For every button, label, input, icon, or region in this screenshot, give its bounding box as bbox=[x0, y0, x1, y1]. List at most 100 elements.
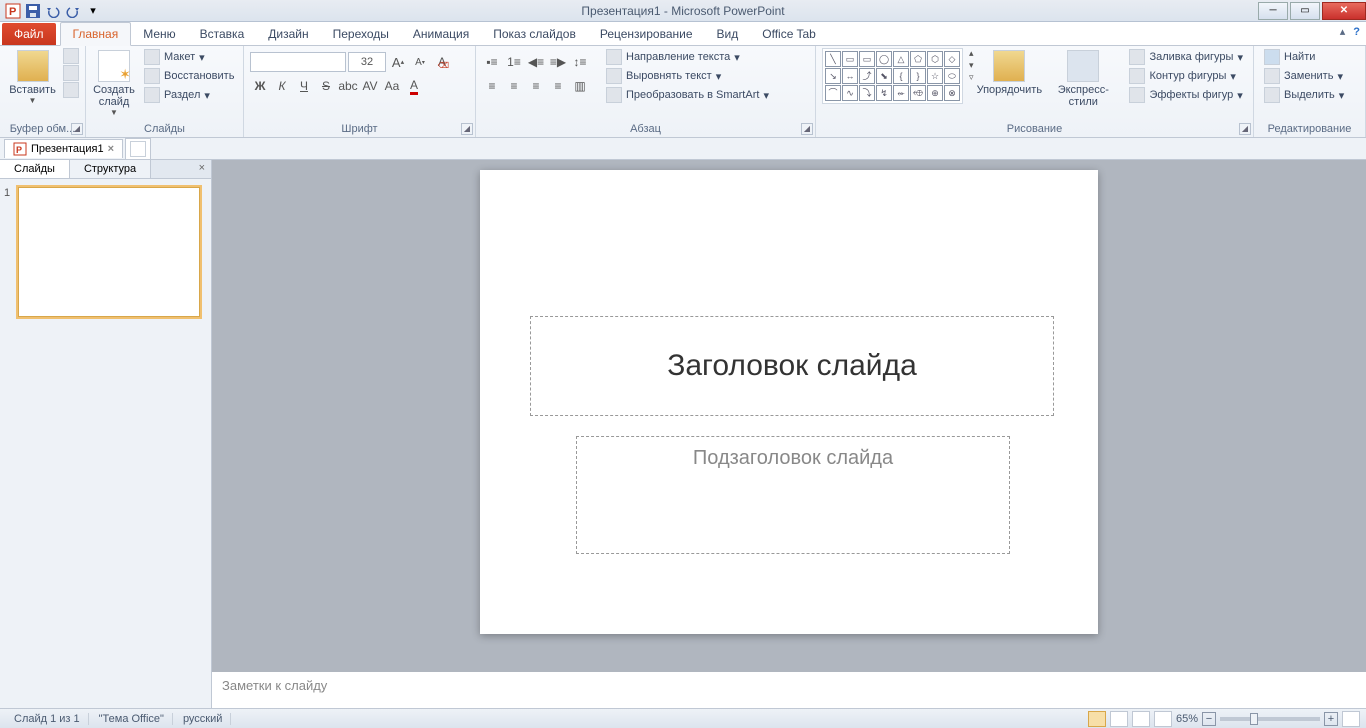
reset-button[interactable]: Восстановить bbox=[140, 67, 238, 85]
increase-font-icon[interactable]: A▴ bbox=[388, 52, 408, 72]
group-editing: Найти Заменить ▾ Выделить ▾ Редактирован… bbox=[1254, 46, 1366, 137]
tab-animation[interactable]: Анимация bbox=[401, 23, 481, 45]
shadow-icon[interactable]: abc bbox=[338, 76, 358, 96]
qat-dropdown-icon[interactable]: ▾ bbox=[84, 2, 102, 20]
section-button[interactable]: Раздел ▾ bbox=[140, 86, 238, 104]
select-icon bbox=[1264, 87, 1280, 103]
minimize-button[interactable]: ─ bbox=[1258, 2, 1288, 20]
decrease-indent-icon[interactable]: ◀≡ bbox=[526, 52, 546, 72]
zoom-out-icon[interactable]: − bbox=[1202, 712, 1216, 726]
help-icon[interactable]: ? bbox=[1353, 26, 1360, 38]
zoom-level[interactable]: 65% bbox=[1176, 713, 1198, 725]
shape-effects-button[interactable]: Эффекты фигур ▾ bbox=[1125, 86, 1247, 104]
tab-insert[interactable]: Вставка bbox=[188, 23, 257, 45]
view-reading-icon[interactable] bbox=[1132, 711, 1150, 727]
align-text-button[interactable]: Выровнять текст ▾ bbox=[602, 67, 773, 85]
quick-styles-button[interactable]: Экспресс-стили bbox=[1045, 48, 1121, 110]
line-spacing-icon[interactable]: ↕≡ bbox=[570, 52, 590, 72]
view-sorter-icon[interactable] bbox=[1110, 711, 1128, 727]
close-button[interactable]: ✕ bbox=[1322, 2, 1366, 20]
zoom-thumb[interactable] bbox=[1250, 713, 1258, 725]
zoom-in-icon[interactable]: + bbox=[1324, 712, 1338, 726]
cut-icon[interactable] bbox=[63, 48, 79, 64]
tab-review[interactable]: Рецензирование bbox=[588, 23, 705, 45]
restore-button[interactable]: ▭ bbox=[1290, 2, 1320, 20]
minimize-ribbon-icon[interactable]: ▴ bbox=[1340, 25, 1346, 38]
fit-window-icon[interactable] bbox=[1342, 711, 1360, 727]
tab-transitions[interactable]: Переходы bbox=[321, 23, 401, 45]
window-controls: ─ ▭ ✕ bbox=[1256, 2, 1366, 20]
view-slideshow-icon[interactable] bbox=[1154, 711, 1172, 727]
title-placeholder[interactable]: Заголовок слайда bbox=[530, 316, 1054, 416]
align-center-icon[interactable]: ≡ bbox=[504, 76, 524, 96]
notes-pane[interactable]: Заметки к слайду bbox=[212, 668, 1366, 708]
tab-view[interactable]: Вид bbox=[705, 23, 751, 45]
decrease-font-icon[interactable]: A▾ bbox=[410, 52, 430, 72]
shapes-scroll-up[interactable]: ▴ bbox=[969, 48, 974, 59]
font-color-icon[interactable]: A bbox=[404, 76, 424, 96]
justify-icon[interactable]: ≡ bbox=[548, 76, 568, 96]
shape-outline-button[interactable]: Контур фигуры ▾ bbox=[1125, 67, 1247, 85]
new-tab-button[interactable] bbox=[125, 138, 151, 159]
status-theme: "Тема Office" bbox=[91, 713, 173, 725]
save-icon[interactable] bbox=[24, 2, 42, 20]
thumbnails: 1 bbox=[0, 179, 211, 325]
strike-icon[interactable]: S bbox=[316, 76, 336, 96]
app-icon: P bbox=[4, 2, 22, 20]
status-language[interactable]: русский bbox=[175, 713, 231, 725]
subtitle-placeholder[interactable]: Подзаголовок слайда bbox=[576, 436, 1010, 554]
document-tab[interactable]: P Презентация1 × bbox=[4, 139, 123, 158]
tab-design[interactable]: Дизайн bbox=[256, 23, 320, 45]
drawing-launcher[interactable]: ◢ bbox=[1239, 123, 1251, 135]
slide-thumbnail[interactable] bbox=[18, 187, 200, 317]
copy-icon[interactable] bbox=[63, 65, 79, 81]
arrange-button[interactable]: Упорядочить bbox=[978, 48, 1042, 98]
numbering-icon[interactable]: 1≡ bbox=[504, 52, 524, 72]
shapes-more[interactable]: ▿ bbox=[969, 72, 974, 83]
pane-close-icon[interactable]: × bbox=[193, 160, 211, 178]
new-slide-button[interactable]: ✶ Создать слайд ▼ bbox=[92, 48, 136, 119]
columns-icon[interactable]: ▥ bbox=[570, 76, 590, 96]
align-right-icon[interactable]: ≡ bbox=[526, 76, 546, 96]
replace-button[interactable]: Заменить ▾ bbox=[1260, 67, 1348, 85]
pane-tabs: Слайды Структура × bbox=[0, 160, 211, 179]
increase-indent-icon[interactable]: ≡▶ bbox=[548, 52, 568, 72]
format-painter-icon[interactable] bbox=[63, 82, 79, 98]
underline-icon[interactable]: Ч bbox=[294, 76, 314, 96]
layout-button[interactable]: Макет ▾ bbox=[140, 48, 238, 66]
close-tab-icon[interactable]: × bbox=[108, 143, 114, 155]
text-direction-button[interactable]: Направление текста ▾ bbox=[602, 48, 773, 66]
view-normal-icon[interactable] bbox=[1088, 711, 1106, 727]
pane-tab-outline[interactable]: Структура bbox=[70, 160, 151, 178]
font-launcher[interactable]: ◢ bbox=[461, 123, 473, 135]
change-case-icon[interactable]: Aa bbox=[382, 76, 402, 96]
redo-icon[interactable] bbox=[64, 2, 82, 20]
char-spacing-icon[interactable]: AV bbox=[360, 76, 380, 96]
align-left-icon[interactable]: ≡ bbox=[482, 76, 502, 96]
paste-button[interactable]: Вставить ▼ bbox=[6, 48, 59, 107]
group-clipboard: Вставить ▼ Буфер обм... ◢ bbox=[0, 46, 86, 137]
tab-home[interactable]: Главная bbox=[60, 22, 132, 46]
shape-fill-button[interactable]: Заливка фигуры ▾ bbox=[1125, 48, 1247, 66]
slide-canvas[interactable]: Заголовок слайда Подзаголовок слайда bbox=[480, 170, 1098, 634]
smartart-button[interactable]: Преобразовать в SmartArt ▾ bbox=[602, 86, 773, 104]
tab-menu[interactable]: Меню bbox=[131, 23, 187, 45]
shapes-scroll-down[interactable]: ▾ bbox=[969, 60, 974, 71]
pane-tab-slides[interactable]: Слайды bbox=[0, 160, 70, 178]
shapes-gallery[interactable]: ╲▭▭◯△⬠⬡◇ ↘↔⤴⬊{}☆⬭ ⌒∿⤵↯⬰⬲⊕⊗ bbox=[822, 48, 963, 104]
select-button[interactable]: Выделить ▾ bbox=[1260, 86, 1348, 104]
font-family-select[interactable] bbox=[250, 52, 346, 72]
italic-icon[interactable]: К bbox=[272, 76, 292, 96]
paragraph-launcher[interactable]: ◢ bbox=[801, 123, 813, 135]
bold-icon[interactable]: Ж bbox=[250, 76, 270, 96]
bullets-icon[interactable]: ▪≡ bbox=[482, 52, 502, 72]
font-size-select[interactable]: 32 bbox=[348, 52, 386, 72]
clipboard-launcher[interactable]: ◢ bbox=[71, 123, 83, 135]
tab-file[interactable]: Файл bbox=[2, 23, 56, 45]
tab-officetab[interactable]: Office Tab bbox=[750, 23, 828, 45]
undo-icon[interactable] bbox=[44, 2, 62, 20]
find-button[interactable]: Найти bbox=[1260, 48, 1348, 66]
zoom-slider[interactable] bbox=[1220, 717, 1320, 721]
tab-slideshow[interactable]: Показ слайдов bbox=[481, 23, 588, 45]
clear-format-icon[interactable]: A⌫ bbox=[432, 52, 452, 72]
